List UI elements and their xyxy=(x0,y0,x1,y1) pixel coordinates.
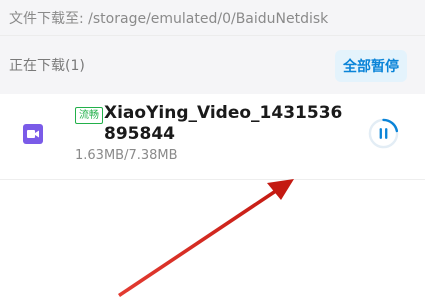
video-file-icon xyxy=(23,124,43,144)
pause-progress-icon[interactable] xyxy=(367,117,400,150)
download-path-bar: 文件下载至: /storage/emulated/0/BaiduNetdisk xyxy=(0,0,425,36)
quality-badge: 流畅 xyxy=(75,107,103,124)
downloading-section-title: 正在下载(1) xyxy=(9,58,85,74)
download-size: 1.63MB/7.38MB xyxy=(75,148,178,163)
empty-area xyxy=(0,180,425,307)
download-path-text: 文件下载至: /storage/emulated/0/BaiduNetdisk xyxy=(9,10,329,27)
pause-all-button[interactable]: 全部暂停 xyxy=(335,50,407,82)
download-filename: XiaoYing_Video_1431536895844 xyxy=(104,103,343,144)
